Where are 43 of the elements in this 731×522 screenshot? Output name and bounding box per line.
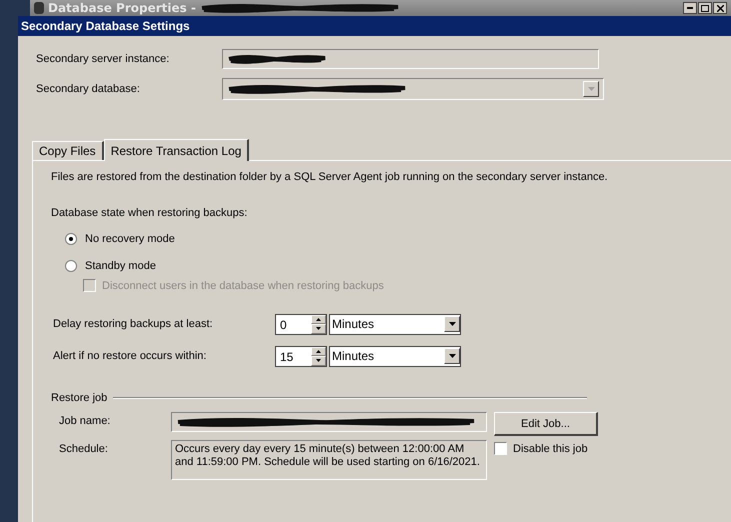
- database-icon: [34, 2, 44, 14]
- maximize-icon: [701, 4, 709, 12]
- checkbox-label: Disable this job: [513, 442, 588, 454]
- unit-dropdown[interactable]: Minutes: [329, 346, 461, 366]
- radio-button[interactable]: [65, 232, 77, 244]
- tab[interactable]: Copy Files: [32, 141, 104, 160]
- minimize-icon: [687, 7, 693, 9]
- unit-dropdown[interactable]: Minutes: [329, 314, 461, 334]
- dropdown-arrow-icon: [588, 87, 594, 91]
- checkbox-label: Disconnect users in the database when restoring backups: [102, 280, 384, 292]
- field-label: Alert if no restore occurs within:: [52, 350, 208, 362]
- close-icon: [716, 4, 724, 12]
- job-name-field[interactable]: [171, 412, 487, 432]
- number-spinner[interactable]: 15: [275, 346, 327, 366]
- field-label: Delay restoring backups at least:: [52, 318, 214, 330]
- field-label: Job name:: [58, 414, 112, 427]
- edit-job-button[interactable]: Edit Job...: [494, 412, 598, 436]
- section-label: Database state when restoring backups:: [51, 207, 248, 219]
- radio-button[interactable]: [65, 260, 77, 272]
- radio-label: No recovery mode: [85, 232, 175, 244]
- up-arrow-icon: [316, 350, 321, 353]
- up-arrow-icon: [316, 318, 321, 321]
- dropdown-arrow-icon: [448, 354, 456, 358]
- field-label: Schedule:: [58, 442, 109, 455]
- close-button[interactable]: [713, 2, 727, 14]
- field-label: Secondary server instance:: [35, 53, 170, 65]
- dropdown-arrow-icon: [448, 322, 456, 326]
- database-dropdown[interactable]: [222, 78, 604, 100]
- minimize-button[interactable]: [683, 2, 697, 14]
- dialog-title: Secondary Database Settings: [21, 19, 190, 33]
- description-text: Files are restored from the destination folder by a SQL Server Agent job running on the secondary server instance.: [51, 171, 609, 183]
- down-arrow-icon: [316, 359, 321, 362]
- down-arrow-icon: [316, 327, 321, 330]
- number-spinner[interactable]: 0: [275, 314, 327, 334]
- checkbox[interactable]: [494, 442, 507, 455]
- field-label: Secondary database:: [35, 83, 141, 95]
- radio-label: Standby mode: [85, 260, 156, 272]
- window-title: Database Properties -: [48, 1, 196, 15]
- group-heading: Restore job: [51, 392, 108, 404]
- tab[interactable]: Restore Transaction Log: [104, 139, 250, 161]
- schedule-text: Occurs every day every 15 minute(s) between 12:00:00 AM and 11:59:00 PM. Schedule will be used starting on 6/16/2021.: [171, 440, 487, 480]
- server-instance-field[interactable]: [222, 49, 599, 69]
- maximize-button[interactable]: [698, 2, 712, 14]
